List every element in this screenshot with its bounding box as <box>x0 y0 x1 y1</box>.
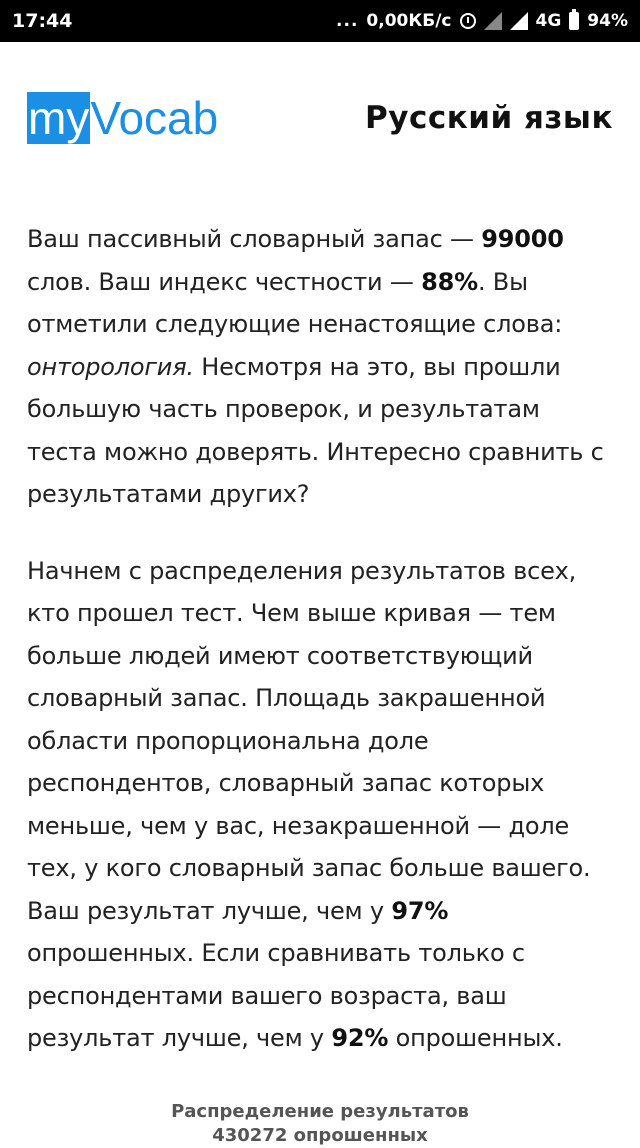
logo-vocab: Vocab <box>90 92 219 144</box>
status-time: 17:44 <box>12 10 73 32</box>
p1-text-2: слов. Ваш индекс честности — <box>27 267 422 296</box>
battery-level: 94% <box>587 11 628 31</box>
result-paragraph-1: Ваш пассивный словарный запас — 99000 сл… <box>27 218 615 516</box>
percentile-age: 92% <box>331 1024 389 1052</box>
page-header: myVocab Русский язык <box>27 80 613 150</box>
signal-icon <box>483 12 502 30</box>
fake-word: онторология. <box>27 352 194 381</box>
p1-text-1: Ваш пассивный словарный запас — <box>27 225 482 253</box>
alarm-icon <box>459 13 476 29</box>
result-paragraph-2: Начнем с распределения результатов всех,… <box>27 550 615 1060</box>
language-title: Русский язык <box>365 100 613 136</box>
network-speed: 0,00КБ/с <box>366 11 452 31</box>
distribution-caption: Распределение результатов 430272 опрошен… <box>0 1100 640 1148</box>
result-text: Ваш пассивный словарный запас — 99000 сл… <box>27 218 615 1094</box>
p2-text-3: опрошенных. <box>388 1024 563 1052</box>
status-indicators: ... 0,00КБ/с 4G 94% <box>336 9 628 31</box>
percentile-all: 97% <box>391 896 449 925</box>
respondents-count: 430272 опрошенных <box>212 1125 428 1146</box>
signal-strength-icon <box>509 12 528 30</box>
vocab-size: 99000 <box>481 225 564 253</box>
p2-text-1: Начнем с распределения результатов всех,… <box>27 556 591 925</box>
honesty-index: 88% <box>421 267 478 296</box>
network-type: 4G <box>535 11 562 31</box>
myvocab-logo[interactable]: myVocab <box>27 90 218 146</box>
logo-my: my <box>27 92 91 144</box>
status-bar: 17:44 ... 0,00КБ/с 4G 94% <box>0 0 640 42</box>
battery-icon <box>569 9 580 30</box>
more-notifications-icon: ... <box>336 11 359 31</box>
distribution-title: Распределение результатов <box>171 1101 469 1122</box>
